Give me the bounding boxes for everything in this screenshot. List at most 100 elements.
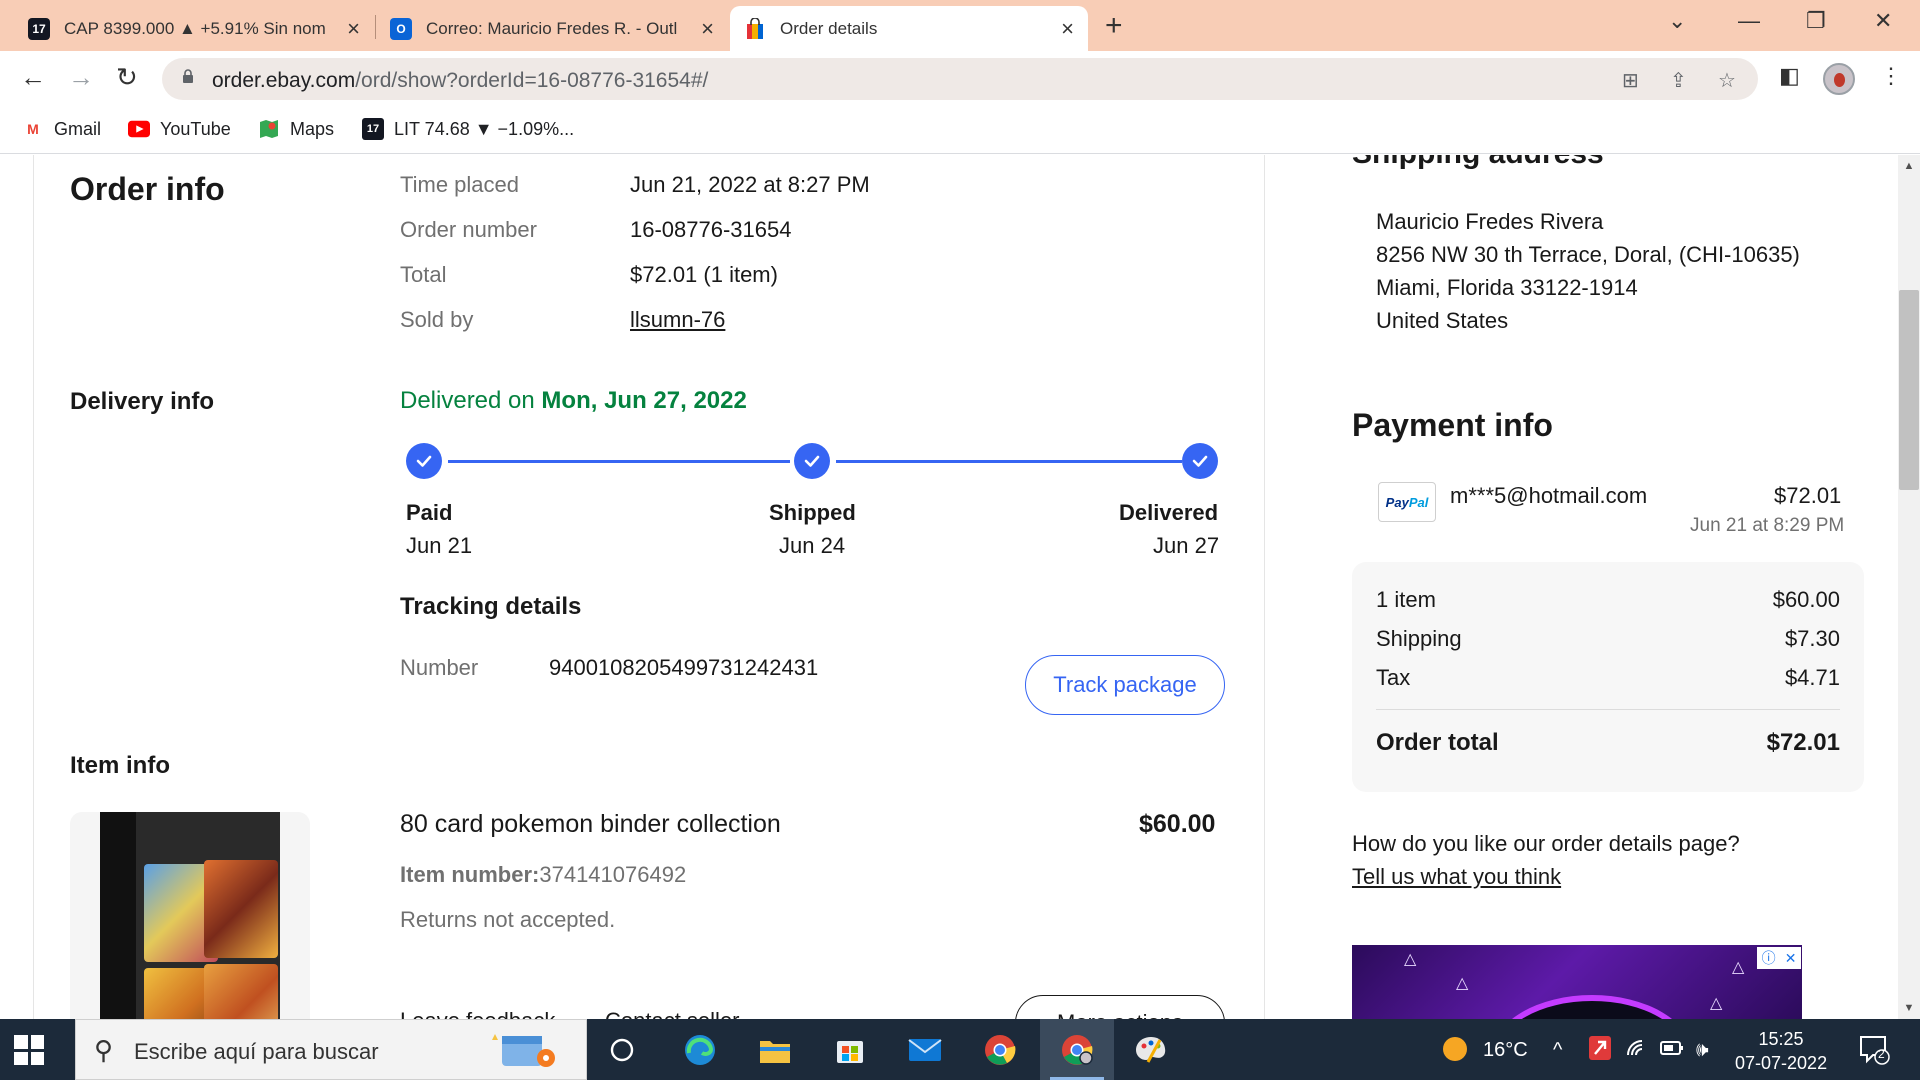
scroll-down-icon[interactable]: ▼ [1899,1002,1919,1014]
tab-search-chevron-icon[interactable]: ⌄ [1668,8,1686,34]
address-line-name: Mauricio Fredes Rivera [1376,209,1604,234]
tab-tradingview[interactable]: 17 CAP 8399.000 ▲ +5.91% Sin nom × [14,6,374,51]
url-host: order.ebay.com [212,69,356,92]
chrome-profile-icon[interactable] [1058,1031,1096,1069]
back-icon[interactable]: ← [20,62,46,93]
chrome-icon[interactable] [981,1031,1019,1069]
tray-app-icon[interactable] [1588,1035,1612,1067]
tab-title: Order details [780,18,878,38]
maps-icon [258,118,280,140]
minimize-icon[interactable]: — [1738,8,1760,34]
delivery-status-prefix: Delivered on [400,387,542,414]
volume-icon[interactable]: 🕪 [1696,1039,1709,1062]
total-label: Total [400,262,447,287]
tab-order-details[interactable]: Order details × [730,6,1088,51]
more-actions-button[interactable]: More actions [1015,995,1225,1019]
weather-temperature[interactable]: 16°C [1483,1039,1528,1062]
address-bar[interactable]: order.ebay.com/ord/show?orderId=16-08776… [162,58,1758,100]
ad-info-icon[interactable]: ⓘ [1762,948,1776,968]
paypal-logo-icon: Pay Pal [1378,482,1436,522]
translate-icon[interactable]: ⊞ [1622,68,1639,93]
bookmark-maps[interactable]: Maps [258,118,334,140]
close-icon[interactable]: × [347,16,360,42]
ad-decoration: △ [1404,951,1417,968]
bookmark-tradingview[interactable]: 17 LIT 74.68 ▼ −1.09%... [362,118,574,140]
contact-seller-link[interactable]: Contact seller [605,1008,740,1019]
taskbar-search[interactable]: ⚲ Escribe aquí para buscar [75,1019,587,1080]
summary-value: $60.00 [1772,587,1840,612]
youtube-icon [128,118,150,140]
search-icon: ⚲ [94,1035,114,1065]
scroll-up-icon[interactable]: ▲ [1899,160,1919,172]
microsoft-store-icon[interactable] [831,1031,869,1069]
bookmark-youtube[interactable]: YouTube [128,118,231,140]
card-image [204,964,278,1019]
feedback-link[interactable]: Tell us what you think [1352,864,1561,890]
item-image[interactable] [100,812,280,1019]
step-delivered-date: Jun 27 [1153,533,1220,558]
ad-decoration: △ [1732,959,1745,976]
summary-row-items: 1 item $60.00 [1376,587,1840,613]
total-value: $72.01 (1 item) [630,262,778,287]
scrollbar-thumb[interactable] [1899,290,1919,490]
leave-feedback-link[interactable]: Leave feedback [400,1008,555,1019]
order-total-label: Order total [1376,729,1499,756]
battery-icon[interactable] [1660,1039,1684,1063]
address-line-street: 8256 NW 30 th Terrace, Doral, (CHI-10635… [1376,242,1800,267]
close-icon[interactable]: × [701,16,714,42]
item-title-link[interactable]: 80 card pokemon binder collection [400,810,781,839]
browser-toolbar: ← → ↻ order.ebay.com/ord/show?orderId=16… [0,51,1920,106]
notifications-icon[interactable]: 2 [1858,1033,1890,1071]
show-hidden-icons-icon[interactable]: ^ [1553,1039,1562,1062]
ad-close-icon[interactable]: ✕ [1785,950,1797,967]
share-icon[interactable]: ⇪ [1670,68,1687,93]
ad-decoration: △ [1456,975,1469,992]
ad-artwork [1492,995,1692,1019]
close-icon[interactable]: × [1061,16,1074,42]
task-view-icon[interactable] [603,1031,641,1069]
new-tab-icon[interactable]: + [1105,9,1123,43]
forward-icon[interactable]: → [68,62,94,93]
edge-icon[interactable] [681,1031,719,1069]
menu-kebab-icon[interactable]: ⋮ [1880,63,1902,89]
step-shipped-label: Shipped [769,500,856,525]
summary-label: Tax [1376,665,1411,690]
reload-icon[interactable]: ↻ [116,62,138,93]
wifi-icon[interactable] [1626,1037,1650,1067]
item-number-label: Item number: [400,862,540,887]
summary-row-total: Order total $72.01 [1376,729,1840,757]
url-text: order.ebay.com/ord/show?orderId=16-08776… [212,69,708,93]
clock-time: 15:25 [1758,1029,1804,1049]
windows-start-icon[interactable] [14,1035,44,1065]
bookmark-label: LIT 74.68 ▼ −1.09%... [394,118,575,139]
payment-amount: $72.01 [1774,483,1842,508]
restore-icon[interactable]: ❐ [1806,8,1826,34]
summary-row-shipping: Shipping $7.30 [1376,626,1840,652]
system-clock[interactable]: 15:25 07-07-2022 [1735,1027,1827,1075]
feedback-question: How do you like our order details page? [1352,831,1740,856]
advertisement-banner[interactable]: △ △ △ △ [1352,945,1802,1019]
order-info-heading: Order info [70,171,225,207]
paint-icon[interactable] [1132,1031,1170,1069]
summary-divider [1376,709,1840,710]
profile-avatar[interactable] [1823,63,1855,95]
track-package-button[interactable]: Track package [1025,655,1225,715]
summary-row-tax: Tax $4.71 [1376,665,1840,691]
bookmark-star-icon[interactable]: ☆ [1718,68,1736,93]
item-number: Item number:374141076492 [400,862,686,888]
item-number-value: 374141076492 [539,862,687,887]
ad-choices-close[interactable]: ⓘ ✕ [1757,947,1801,969]
weather-icon[interactable] [1441,1035,1469,1069]
tab-outlook[interactable]: O Correo: Mauricio Fredes R. - Outl × [376,6,728,51]
window-close-icon[interactable]: ✕ [1874,8,1892,34]
mail-icon[interactable] [906,1031,944,1069]
seller-link[interactable]: llsumn-76 [630,307,725,333]
tracking-number-value: 9400108205499731242431 [549,655,819,680]
bookmark-gmail[interactable]: M Gmail [22,118,101,140]
windows-taskbar: ⚲ Escribe aquí para buscar 16°C ^ 🕪 15:2… [0,1019,1920,1080]
page-scrollbar[interactable] [1898,155,1920,1019]
page-viewport: Order info Time placed Jun 21, 2022 at 8… [0,155,1920,1019]
file-explorer-icon[interactable] [756,1031,794,1069]
summary-label: Shipping [1376,626,1462,651]
side-panel-icon[interactable]: ◧ [1779,63,1800,89]
